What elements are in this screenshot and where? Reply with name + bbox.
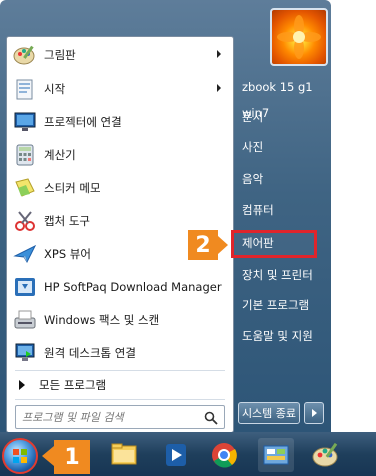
projector-icon [13, 110, 37, 134]
all-programs-label: 모든 프로그램 [39, 378, 107, 392]
menu-item-paint[interactable]: 그림판 [9, 39, 231, 71]
user-avatar[interactable] [270, 8, 328, 66]
sticky-notes-icon [13, 176, 37, 200]
right-item-pictures[interactable]: 사진 [242, 134, 326, 160]
search-icon[interactable] [204, 410, 218, 425]
control-panel-icon[interactable] [258, 438, 294, 472]
right-item-default-programs[interactable]: 기본 프로그램 [242, 292, 326, 318]
step-1-badge: 1 [54, 440, 90, 474]
getting-started-icon [13, 77, 37, 101]
divider [15, 370, 225, 371]
step-2-pointer [218, 236, 228, 254]
submenu-arrow-icon [217, 50, 221, 58]
shutdown-button[interactable]: 시스템 종료 [238, 402, 300, 424]
menu-item-fax-scan[interactable]: Windows 팩스 및 스캔 [9, 304, 231, 336]
chrome-icon[interactable] [206, 438, 242, 472]
menu-item-projector[interactable]: 프로젝터에 연결 [9, 106, 231, 138]
menu-item-label: 프로젝터에 연결 [44, 115, 122, 129]
control-panel-highlight [231, 230, 317, 258]
shutdown-options-button[interactable] [304, 402, 324, 424]
start-menu: 그림판 시작 프로젝터에 연결 계산기 스티커 메모 캡처 도구 XPS 뷰어 … [0, 0, 331, 432]
divider [15, 399, 225, 400]
right-item-devices-printers[interactable]: 장치 및 프린터 [242, 262, 326, 288]
fax-scan-icon [13, 308, 37, 332]
menu-item-label: 계산기 [44, 148, 76, 162]
menu-item-label: 시작 [44, 82, 66, 96]
search-box[interactable] [15, 405, 225, 429]
all-programs-button[interactable]: 모든 프로그램 [9, 373, 231, 397]
right-item-music[interactable]: 음악 [242, 166, 326, 192]
menu-item-getting-started[interactable]: 시작 [9, 73, 231, 105]
menu-item-calculator[interactable]: 계산기 [9, 139, 231, 171]
file-explorer-icon[interactable] [106, 438, 142, 472]
paint-taskbar-icon[interactable] [308, 438, 344, 472]
menu-item-label: HP SoftPaq Download Manager [44, 280, 222, 294]
search-input[interactable] [22, 409, 192, 425]
snipping-tool-icon [13, 209, 37, 233]
step-1-pointer [42, 446, 54, 466]
right-item-computer[interactable]: 컴퓨터 [242, 197, 326, 223]
windows-logo-icon [13, 449, 27, 463]
calculator-icon [13, 143, 37, 167]
right-item-help-support[interactable]: 도움말 및 지원 [242, 323, 326, 349]
menu-item-remote-desktop[interactable]: 원격 데스크톱 연결 [9, 337, 231, 369]
start-button[interactable] [2, 438, 38, 474]
step-2-badge: 2 [188, 230, 218, 260]
menu-item-label: Windows 팩스 및 스캔 [44, 313, 160, 327]
remote-desktop-icon [13, 341, 37, 365]
menu-item-hp-softpaq[interactable]: HP SoftPaq Download Manager [9, 271, 231, 303]
menu-item-sticky-notes[interactable]: 스티커 메모 [9, 172, 231, 204]
menu-item-label: 그림판 [44, 48, 76, 62]
menu-item-label: 캡처 도구 [44, 214, 90, 228]
right-item-user[interactable]: zbook 15 g1 win7 [242, 74, 326, 120]
paint-icon [13, 43, 37, 67]
menu-item-label: 스티커 메모 [44, 181, 101, 195]
right-arrow-icon [19, 380, 25, 390]
media-player-icon[interactable] [158, 438, 194, 472]
menu-item-label: XPS 뷰어 [44, 247, 91, 261]
right-item-documents[interactable]: 문서 [242, 104, 326, 130]
xps-viewer-icon [13, 242, 37, 266]
submenu-arrow-icon [217, 84, 221, 92]
hp-softpaq-icon [13, 275, 37, 299]
menu-item-label: 원격 데스크톱 연결 [44, 346, 136, 360]
